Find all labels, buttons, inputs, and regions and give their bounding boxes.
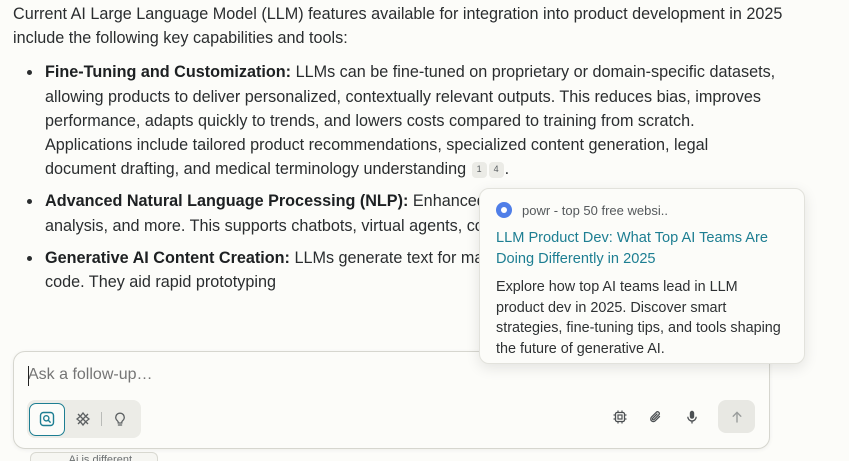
follow-up-composer bbox=[13, 351, 770, 449]
citation-badge[interactable]: 4 bbox=[488, 161, 504, 178]
item-title: Generative AI Content Creation: bbox=[45, 248, 290, 267]
source-title-link[interactable]: LLM Product Dev: What Top AI Teams Are D… bbox=[496, 228, 788, 270]
item-title: Fine-Tuning and Customization: bbox=[45, 63, 292, 82]
follow-up-input[interactable] bbox=[28, 366, 528, 384]
favicon-icon bbox=[496, 202, 512, 218]
search-icon bbox=[39, 411, 55, 427]
attach-button[interactable] bbox=[642, 400, 670, 433]
voice-button[interactable] bbox=[678, 400, 706, 433]
text-caret bbox=[28, 366, 29, 386]
related-query-chip[interactable]: ... Ai is different... bbox=[30, 452, 158, 461]
item-end: . bbox=[504, 160, 510, 179]
research-icon bbox=[75, 411, 91, 427]
lightbulb-icon bbox=[115, 412, 125, 426]
answer-intro: Current AI Large Language Model (LLM) fe… bbox=[13, 5, 783, 48]
source-description: Explore how top AI teams lead in LLM pro… bbox=[496, 279, 781, 357]
arrow-up-icon bbox=[732, 411, 741, 423]
mode-labs-button[interactable] bbox=[102, 403, 138, 436]
item-title: Advanced Natural Language Processing (NL… bbox=[45, 192, 409, 211]
paperclip-icon bbox=[650, 410, 661, 422]
citation-badge[interactable]: 1 bbox=[471, 161, 487, 178]
source-name: powr - top 50 free websi.. bbox=[522, 202, 668, 218]
source-preview-card[interactable]: powr - top 50 free websi.. LLM Product D… bbox=[479, 188, 805, 364]
submit-button[interactable] bbox=[718, 400, 755, 433]
model-select-button[interactable] bbox=[606, 400, 634, 433]
list-item: Fine-Tuning and Customization: LLMs can … bbox=[27, 60, 783, 181]
source-row: powr - top 50 free websi.. bbox=[496, 201, 788, 219]
chip-icon bbox=[613, 410, 627, 423]
mode-research-button[interactable] bbox=[65, 403, 101, 436]
composer-tools bbox=[606, 400, 755, 433]
search-mode-toggle bbox=[27, 400, 141, 438]
mode-search-button[interactable] bbox=[29, 402, 65, 436]
microphone-icon bbox=[687, 410, 697, 423]
